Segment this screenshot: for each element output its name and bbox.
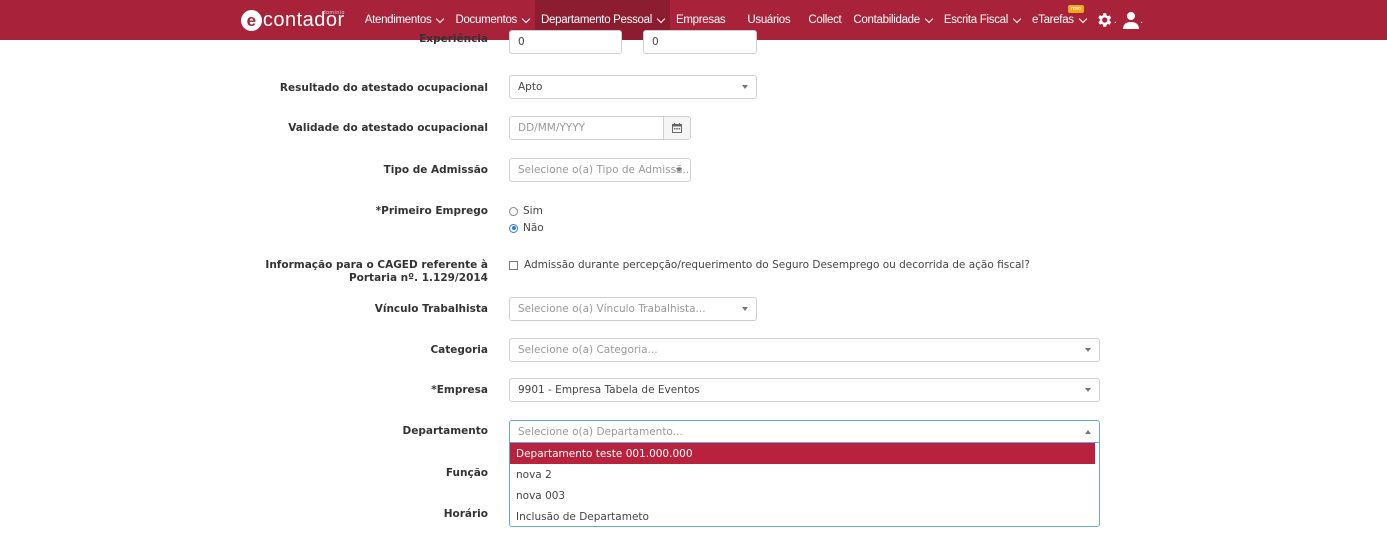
- caret-up-icon: [1085, 430, 1091, 434]
- resultado-value: Apto: [518, 81, 543, 93]
- experiencia-input-1[interactable]: 0: [509, 30, 622, 54]
- caret-down-icon: [742, 85, 748, 89]
- nav-label: Atendimentos: [364, 14, 432, 26]
- nav-label: eTarefas: [1032, 14, 1074, 26]
- caged-label: Informação para o CAGED referente à Port…: [0, 259, 488, 285]
- empresa-select[interactable]: 9901 - Empresa Tabela de Eventos: [509, 378, 1100, 402]
- brand-logo[interactable]: e contador dominio: [240, 9, 345, 32]
- empresa-label: *Empresa: [431, 384, 488, 396]
- tipo-admissao-label: Tipo de Admissão: [383, 164, 488, 176]
- calendar-icon: [672, 123, 682, 133]
- user-icon: [1122, 12, 1139, 29]
- dropdown-option[interactable]: nova 003: [510, 485, 1099, 506]
- nav-label: Collect: [808, 14, 842, 26]
- radio-nao-label: Não: [523, 222, 544, 234]
- empresa-value: 9901 - Empresa Tabela de Eventos: [518, 384, 700, 396]
- funcao-label: Função: [445, 467, 488, 479]
- caret-down-icon: [1085, 388, 1091, 392]
- nav-label: Contabilidade: [853, 14, 920, 26]
- caret-down-icon: [742, 307, 748, 311]
- chevron-down-icon: [436, 14, 445, 23]
- dropdown-option[interactable]: nova 2: [510, 464, 1099, 485]
- vinculo-select[interactable]: Selecione o(a) Vínculo Trabalhista...: [509, 297, 757, 321]
- e-logo-icon: e: [240, 9, 262, 31]
- horario-label: Horário: [443, 508, 488, 520]
- vinculo-placeholder: Selecione o(a) Vínculo Trabalhista...: [518, 303, 706, 315]
- gear-icon: [1098, 13, 1111, 27]
- dropdown-dot: .: [1139, 14, 1144, 26]
- novo-badge: novo: [1068, 5, 1084, 13]
- departamento-label: Departamento: [402, 425, 489, 437]
- chevron-down-icon: [656, 14, 666, 23]
- nav-label: Escrita Fiscal: [943, 14, 1009, 26]
- nav-label: Departamento Pessoal: [541, 14, 652, 26]
- radio-button[interactable]: [509, 206, 518, 216]
- resultado-select[interactable]: Apto: [509, 75, 757, 99]
- nav-item-escrita-fiscal[interactable]: Escrita Fiscal: [938, 0, 1026, 40]
- chevron-down-icon: [1012, 14, 1022, 23]
- departamento-select-head[interactable]: Selecione o(a) Departamento...: [510, 421, 1099, 443]
- chevron-down-icon: [924, 14, 934, 23]
- settings-menu[interactable]: .: [1092, 0, 1120, 40]
- dropdown-option[interactable]: Departamento teste 001.000.000: [510, 443, 1095, 464]
- caret-down-icon: [676, 168, 682, 172]
- calendar-button[interactable]: [663, 116, 691, 140]
- caged-checkbox-row[interactable]: Admissão durante percepção/requerimento …: [509, 259, 1030, 271]
- vinculo-label: Vínculo Trabalhista: [374, 303, 488, 315]
- dropdown-dot: .: [1113, 14, 1117, 26]
- validade-label: Validade do atestado ocupacional: [288, 122, 488, 134]
- caged-checkbox[interactable]: [509, 260, 518, 270]
- nav-item-collect[interactable]: Collect: [802, 0, 847, 40]
- tipo-admissao-placeholder: Selecione o(a) Tipo de Admissã...: [518, 164, 691, 176]
- caged-label-line1: Informação para o CAGED referente à: [265, 259, 488, 271]
- caged-label-line2: Portaria nº. 1.129/2014: [348, 272, 488, 284]
- tipo-admissao-select[interactable]: Selecione o(a) Tipo de Admissã...: [509, 158, 691, 182]
- brand-sub: dominio: [322, 9, 345, 16]
- caged-checkbox-label: Admissão durante percepção/requerimento …: [524, 259, 1030, 271]
- nav-item-etarefas[interactable]: eTarefas novo: [1026, 0, 1092, 40]
- nav-label: Documentos: [455, 14, 518, 26]
- radio-sim-label: Sim: [523, 205, 543, 217]
- radio-sim[interactable]: Sim: [509, 205, 543, 217]
- nav-item-contabilidade[interactable]: Contabilidade: [847, 0, 937, 40]
- chevron-down-icon: [1078, 14, 1087, 23]
- primeiro-emprego-label: *Primeiro Emprego: [375, 205, 488, 217]
- user-menu[interactable]: .: [1120, 0, 1146, 40]
- departamento-placeholder: Selecione o(a) Departamento...: [518, 425, 683, 438]
- nav-label: Empresas: [676, 14, 726, 26]
- departamento-select-open[interactable]: Selecione o(a) Departamento... Departame…: [509, 420, 1100, 527]
- nav-label: Usuários: [747, 14, 791, 26]
- categoria-select[interactable]: Selecione o(a) Categoria...: [509, 338, 1100, 362]
- categoria-label: Categoria: [430, 344, 488, 356]
- experiencia-label: Experiência: [419, 33, 488, 45]
- categoria-placeholder: Selecione o(a) Categoria...: [518, 344, 658, 356]
- resultado-label: Resultado do atestado ocupacional: [279, 82, 488, 94]
- experiencia-input-2[interactable]: 0: [643, 30, 757, 54]
- radio-button-checked[interactable]: [509, 223, 518, 233]
- caret-down-icon: [1085, 348, 1091, 352]
- radio-nao[interactable]: Não: [509, 222, 544, 234]
- dropdown-option[interactable]: Inclusão de Departameto: [510, 506, 1099, 527]
- chevron-down-icon: [521, 14, 531, 23]
- validade-date-input[interactable]: DD/MM/YYYY: [509, 116, 665, 140]
